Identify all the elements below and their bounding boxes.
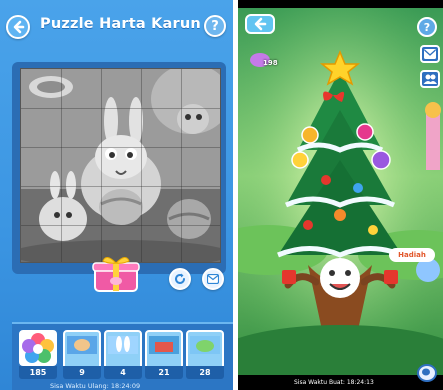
back-arrow-icon [254, 17, 267, 31]
tray-count-first: 185 [19, 366, 57, 379]
puzzle-piece-icon [190, 336, 220, 354]
tray-count: 21 [145, 366, 183, 379]
tile-divider [101, 69, 102, 262]
tile-divider [21, 186, 220, 187]
puzzle-piece-icon [149, 336, 179, 354]
coin-count: 198 [263, 59, 278, 67]
back-button[interactable] [6, 15, 30, 39]
tile-divider [181, 69, 182, 262]
friends-button[interactable] [420, 70, 440, 88]
mail-button[interactable] [420, 45, 440, 63]
gift-box-icon[interactable] [91, 253, 141, 293]
mail-icon [424, 49, 436, 59]
mail-button[interactable] [202, 268, 224, 290]
chat-icon [422, 368, 430, 376]
help-icon: ? [423, 20, 431, 34]
tray-count: 9 [63, 366, 101, 379]
tray-count: 4 [104, 366, 142, 379]
friends-icon [423, 74, 437, 84]
back-button[interactable] [245, 14, 275, 34]
help-button[interactable]: ? [204, 15, 226, 37]
mail-icon [207, 274, 219, 284]
puzzle-board[interactable] [20, 68, 221, 263]
refresh-button[interactable] [169, 268, 191, 290]
snow-character [320, 258, 360, 298]
puzzle-piece-icon [67, 336, 97, 354]
help-icon: ? [211, 18, 219, 34]
page-title: Puzzle Harta Karun [40, 16, 201, 32]
tile-divider [21, 225, 220, 226]
puzzle-piece-icon [108, 336, 138, 354]
tile-divider [21, 147, 220, 148]
tile-divider [21, 108, 220, 109]
help-button[interactable]: ? [417, 17, 437, 37]
build-timer-text: Sisa Waktu Buat: 18:24:13 [294, 379, 374, 386]
refresh-icon [175, 273, 185, 284]
tile-divider [61, 69, 62, 262]
character-left [39, 197, 87, 241]
christmas-tree-panel: 198 ? Hadiah Sisa Waktu Buat: 18:24:13 [238, 0, 443, 390]
tray-slot-first[interactable] [19, 330, 57, 366]
flower-piece-icon [22, 333, 54, 363]
reward-label[interactable]: Hadiah [389, 248, 435, 262]
chat-button[interactable] [417, 364, 437, 382]
tile-divider [141, 69, 142, 262]
puzzle-panel: Puzzle Harta Karun ? 185 9 4 21 28 Sisa … [0, 0, 233, 390]
reset-timer-text: Sisa Waktu Ulang: 18:24:09 [50, 382, 141, 390]
tray-count: 28 [186, 366, 224, 379]
back-arrow-icon [13, 20, 25, 34]
puzzle-image [21, 69, 220, 262]
